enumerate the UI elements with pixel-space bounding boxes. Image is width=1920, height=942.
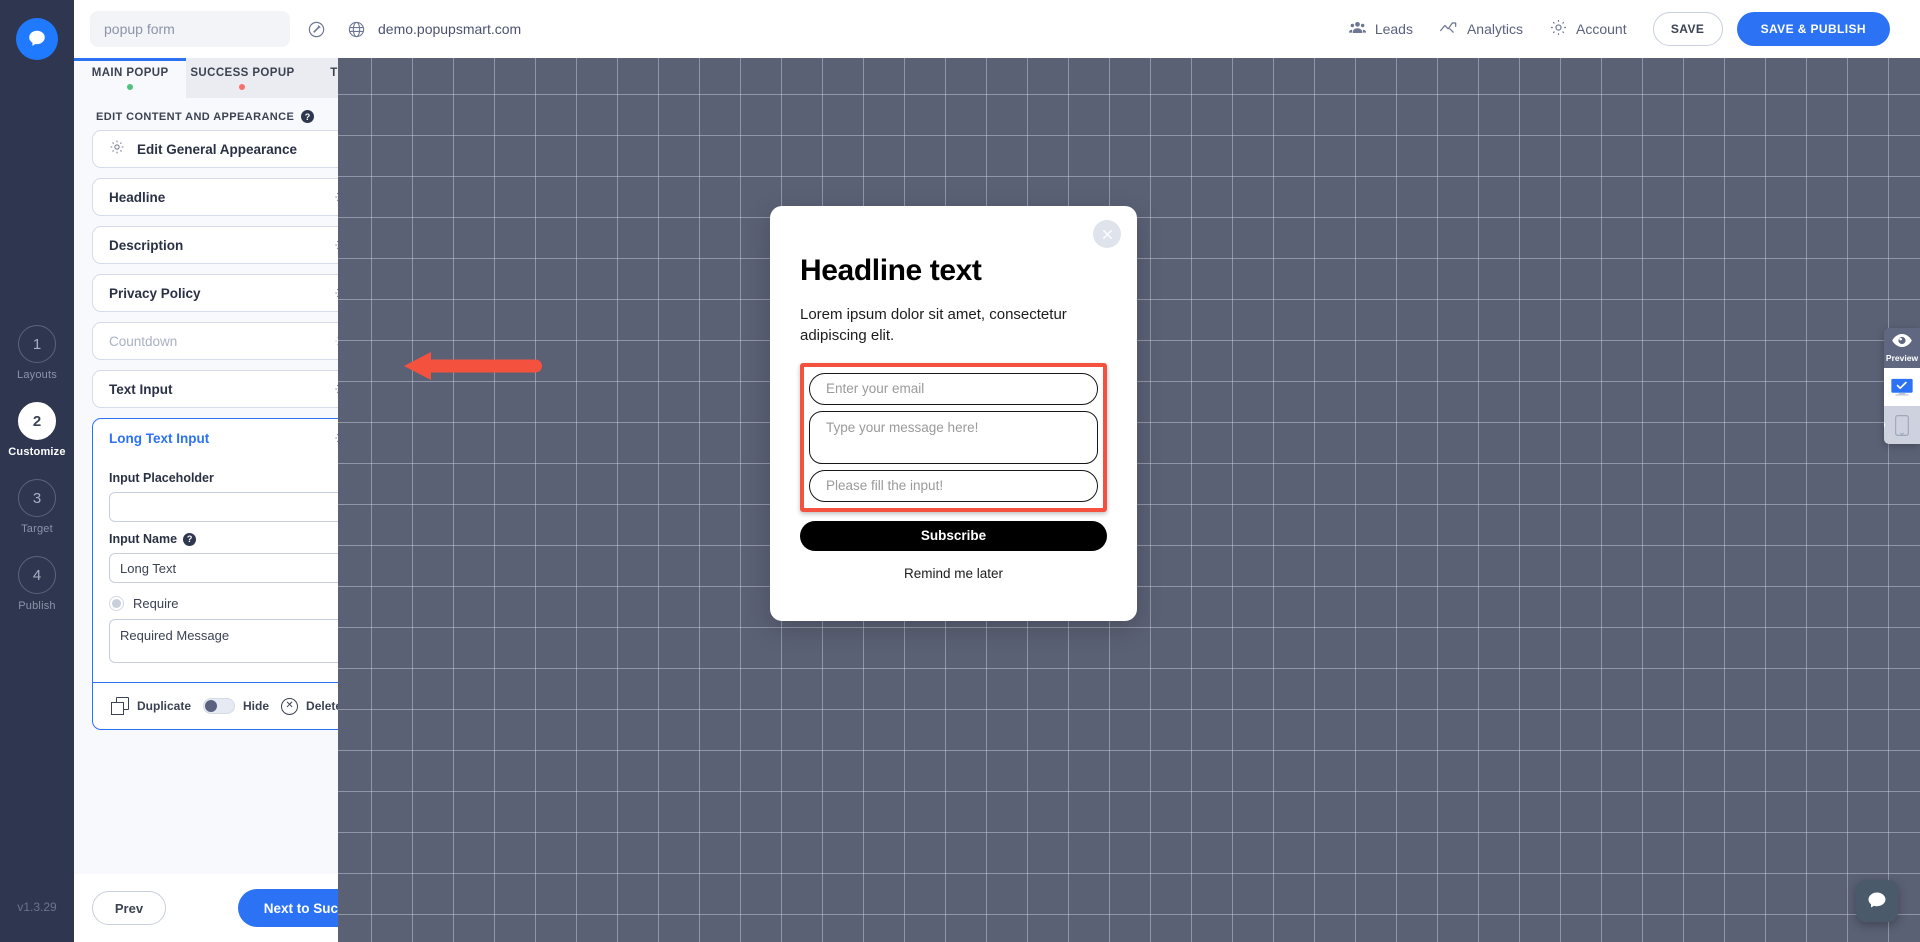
chat-bubble-icon[interactable] (1856, 880, 1898, 922)
nav-analytics[interactable]: Analytics (1439, 18, 1523, 41)
require-toggle-row[interactable]: Require (109, 596, 376, 611)
hide-label: Hide (243, 699, 270, 713)
preview-header[interactable]: Preview (1884, 328, 1920, 368)
people-group-icon (1348, 18, 1367, 40)
step-publish[interactable]: 4 Publish (18, 556, 56, 612)
input-placeholder-field[interactable] (109, 492, 376, 522)
step-number: 1 (18, 325, 56, 363)
left-rail: 1 Layouts 2 Customize 3 Target 4 Publish… (0, 0, 74, 942)
hide-toggle[interactable]: Hide (203, 698, 269, 714)
analytics-chart-icon (1439, 18, 1459, 41)
wizard-steps: 1 Layouts 2 Customize 3 Target 4 Publish (0, 325, 74, 612)
element-label: Countdown (109, 333, 178, 349)
element-label: Long Text Input (109, 430, 210, 446)
step-label: Target (21, 523, 53, 535)
nav-analytics-label: Analytics (1466, 21, 1523, 37)
input-placeholder-label: Input Placeholder (109, 471, 214, 485)
popup-message-textarea[interactable] (809, 410, 1098, 464)
duplicate-button[interactable]: Duplicate (111, 697, 191, 715)
preview-desktop-option[interactable] (1884, 368, 1920, 406)
input-name-label-row: Input Name ? (109, 532, 376, 546)
desktop-monitor-icon (1891, 378, 1913, 396)
step-label: Layouts (17, 369, 57, 381)
popup-headline: Headline text (800, 254, 982, 287)
tab-label: MAIN POPUP (91, 66, 169, 79)
annotation-arrow-icon (368, 344, 548, 391)
version-label: v1.3.29 (17, 900, 57, 914)
panel-section-title: EDIT CONTENT AND APPEARANCE (96, 110, 295, 123)
popup-description: Lorem ipsum dolor sit amet, consectetur … (800, 306, 1067, 345)
form-fields-highlight (800, 362, 1107, 512)
popup-content: Headline text Lorem ipsum dolor sit amet… (770, 206, 1137, 581)
duplicate-label: Duplicate (137, 699, 192, 713)
top-bar: demo.popupsmart.com Leads Analytics (74, 0, 1920, 58)
input-name-field[interactable] (109, 553, 376, 583)
element-label: Privacy Policy (109, 285, 201, 301)
tab-success-popup[interactable]: SUCCESS POPUP (186, 58, 299, 98)
step-label: Publish (18, 600, 56, 612)
prev-button[interactable]: Prev (92, 891, 166, 925)
nav-account-label: Account (1576, 21, 1627, 37)
toggle-switch[interactable] (203, 698, 236, 714)
preview-canvas: Headline text Lorem ipsum dolor sit amet… (338, 58, 1920, 942)
save-and-publish-button[interactable]: SAVE & PUBLISH (1736, 12, 1890, 46)
mobile-status-dot (1884, 420, 1885, 430)
tab-status-dot (127, 83, 134, 90)
popupsmart-logo-icon[interactable] (16, 18, 58, 60)
popup-builder-app: 1 Layouts 2 Customize 3 Target 4 Publish… (0, 0, 1920, 942)
close-x-icon: ✕ (281, 697, 299, 715)
gear-icon (109, 139, 125, 160)
eye-preview-icon (1892, 334, 1912, 347)
preview-label: Preview (1885, 353, 1919, 363)
step-number: 2 (17, 402, 56, 440)
nav-leads[interactable]: Leads (1348, 18, 1413, 40)
tab-main-popup[interactable]: MAIN POPUP (74, 58, 187, 98)
require-radio[interactable] (109, 596, 124, 611)
delete-label: Delete (306, 699, 343, 713)
duplicate-icon (111, 697, 129, 715)
pencil-edit-icon[interactable] (302, 15, 330, 43)
campaign-name-input[interactable] (90, 11, 290, 47)
step-number: 3 (18, 479, 56, 517)
domain-label: demo.popupsmart.com (378, 21, 522, 37)
popup-long-text-input[interactable] (809, 469, 1098, 502)
globe-icon (342, 15, 370, 43)
desktop-status-dot (1884, 382, 1885, 392)
step-label: Customize (8, 446, 66, 458)
element-label: Text Input (109, 381, 173, 397)
require-label: Require (133, 596, 179, 611)
delete-button[interactable]: ✕ Delete (281, 697, 343, 715)
close-x-icon[interactable] (1093, 220, 1121, 248)
step-layouts[interactable]: 1 Layouts (17, 325, 57, 381)
preview-mobile-option[interactable] (1884, 406, 1920, 444)
step-customize[interactable]: 2 Customize (8, 402, 66, 458)
step-number: 4 (18, 556, 56, 594)
save-button[interactable]: SAVE (1652, 12, 1723, 46)
popup-preview: Headline text Lorem ipsum dolor sit amet… (770, 206, 1137, 621)
nav-account[interactable]: Account (1549, 18, 1627, 40)
step-target[interactable]: 3 Target (18, 479, 56, 535)
gear-icon (1549, 18, 1568, 40)
tab-label: SUCCESS POPUP (190, 66, 295, 79)
tab-status-dot (239, 83, 246, 90)
popup-email-input[interactable] (809, 372, 1098, 405)
element-label: Description (109, 237, 184, 253)
help-icon[interactable]: ? (183, 532, 197, 546)
preview-device-dock: Preview (1884, 328, 1920, 444)
popup-remind-later-link[interactable]: Remind me later (800, 566, 1107, 581)
required-message-field[interactable] (109, 619, 376, 663)
element-label: Headline (109, 189, 166, 205)
input-name-label: Input Name (109, 532, 178, 546)
popup-subscribe-button[interactable]: Subscribe (800, 520, 1107, 551)
help-icon[interactable]: ? (301, 110, 315, 123)
mobile-phone-icon (1895, 414, 1909, 436)
nav-leads-label: Leads (1374, 21, 1413, 37)
